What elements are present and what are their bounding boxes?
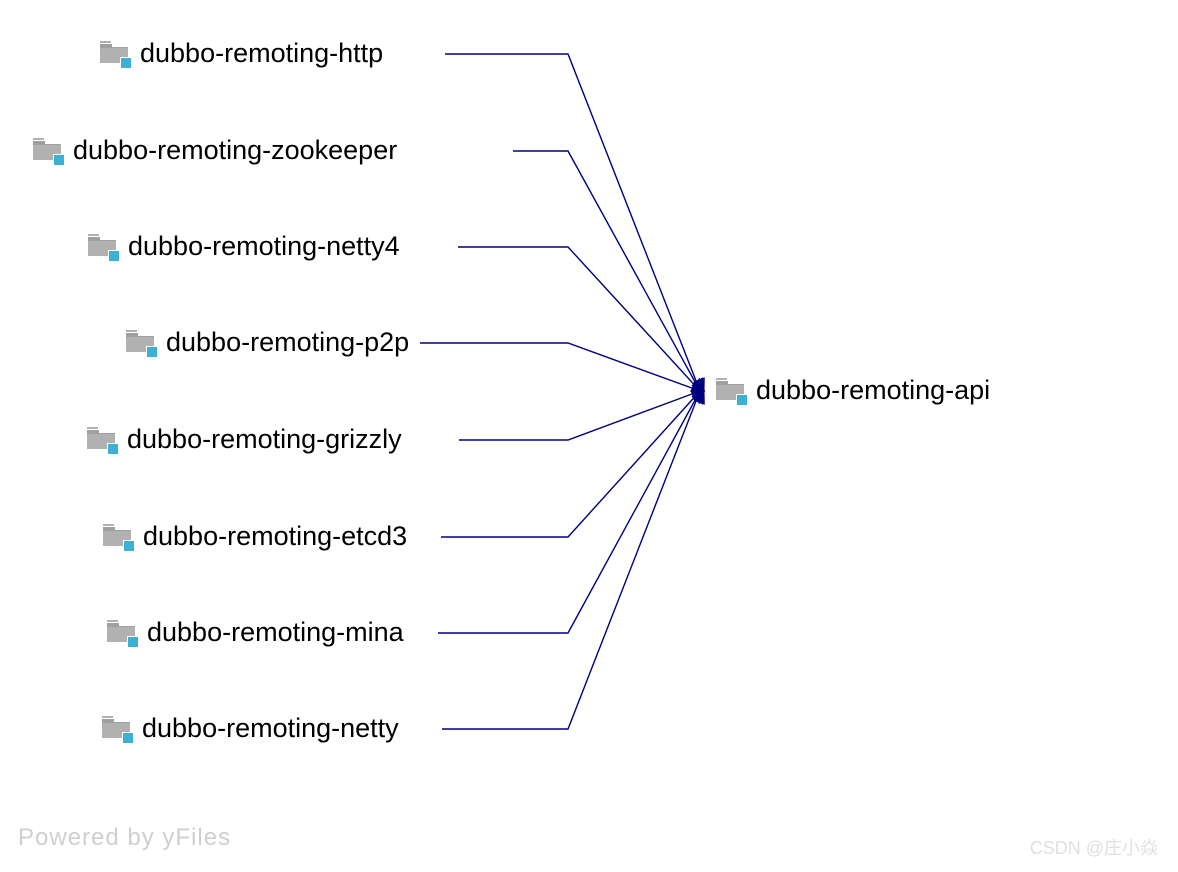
- module-label: dubbo-remoting-netty4: [128, 231, 400, 262]
- powered-by-label: Powered by yFiles: [18, 824, 231, 852]
- module-folder-icon: [88, 232, 122, 262]
- dependency-edge: [458, 247, 700, 391]
- dependency-edge: [438, 391, 700, 633]
- module-label: dubbo-remoting-zookeeper: [73, 135, 397, 166]
- module-folder-icon: [100, 39, 134, 69]
- dependency-edge: [459, 391, 700, 440]
- module-badge-icon: [53, 154, 65, 166]
- dependency-edge: [513, 151, 700, 391]
- dependency-edge: [442, 391, 700, 729]
- arrowhead-icon: [692, 379, 707, 395]
- arrowhead-icon: [692, 388, 707, 404]
- module-label: dubbo-remoting-netty: [142, 713, 399, 744]
- arrowhead-icon: [691, 382, 706, 395]
- module-badge-icon: [146, 346, 158, 358]
- module-folder-icon: [102, 714, 136, 744]
- module-node-netty4: dubbo-remoting-netty4: [88, 231, 400, 262]
- arrowhead-icon: [695, 378, 709, 393]
- module-label: dubbo-remoting-p2p: [166, 327, 409, 358]
- arrowhead-icon: [694, 378, 709, 393]
- module-node-p2p: dubbo-remoting-p2p: [126, 327, 409, 358]
- module-badge-icon: [122, 732, 134, 744]
- module-label: dubbo-remoting-etcd3: [143, 521, 407, 552]
- module-folder-icon: [126, 328, 160, 358]
- module-folder-icon: [33, 136, 67, 166]
- module-badge-icon: [127, 636, 139, 648]
- dependency-edge: [420, 343, 700, 391]
- module-label: dubbo-remoting-grizzly: [127, 424, 402, 455]
- module-badge-icon: [123, 540, 135, 552]
- arrowhead-icon: [691, 386, 706, 400]
- module-badge-icon: [120, 57, 132, 69]
- arrowhead-icon: [694, 389, 709, 404]
- module-node-netty: dubbo-remoting-netty: [102, 713, 399, 744]
- module-node-grizzly: dubbo-remoting-grizzly: [87, 424, 402, 455]
- module-node-etcd3: dubbo-remoting-etcd3: [103, 521, 407, 552]
- module-badge-icon: [107, 443, 119, 455]
- module-label: dubbo-remoting-api: [756, 375, 990, 406]
- module-node-api: dubbo-remoting-api: [716, 375, 990, 406]
- arrowhead-icon: [695, 389, 709, 404]
- module-folder-icon: [107, 618, 141, 648]
- module-folder-icon: [103, 522, 137, 552]
- module-label: dubbo-remoting-http: [140, 38, 383, 69]
- module-folder-icon: [87, 425, 121, 455]
- module-folder-icon: [716, 376, 750, 406]
- module-node-mina: dubbo-remoting-mina: [107, 617, 404, 648]
- module-label: dubbo-remoting-mina: [147, 617, 404, 648]
- module-badge-icon: [736, 394, 748, 406]
- dependency-edge: [445, 54, 700, 391]
- module-node-zookeeper: dubbo-remoting-zookeeper: [33, 135, 397, 166]
- module-badge-icon: [108, 250, 120, 262]
- module-node-http: dubbo-remoting-http: [100, 38, 383, 69]
- watermark-label: CSDN @庄小焱: [1030, 834, 1158, 860]
- dependency-edge: [441, 391, 700, 537]
